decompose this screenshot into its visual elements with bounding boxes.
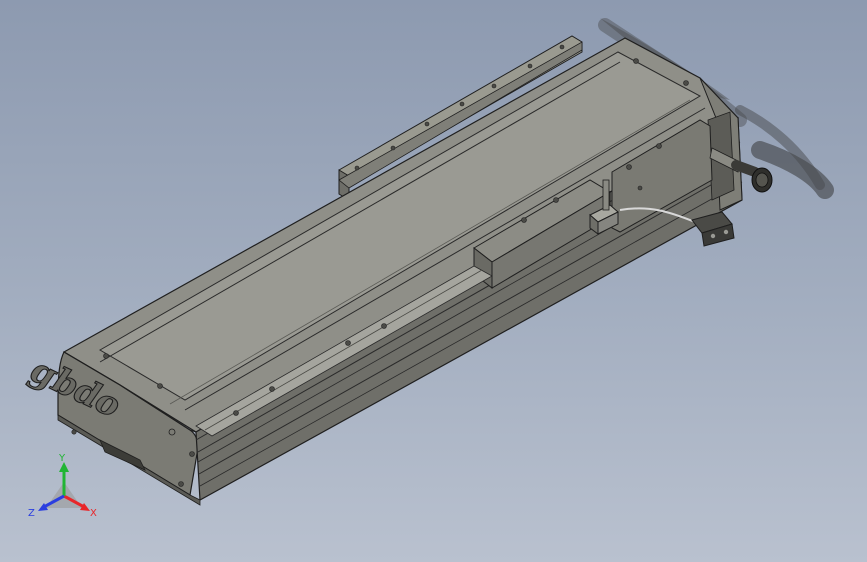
x-axis-label: X (90, 508, 97, 519)
y-axis-label: Y (58, 453, 66, 464)
3d-viewport[interactable]: gbdo X Y Z (0, 0, 867, 562)
actuator-body[interactable] (57, 37, 743, 506)
z-axis-label: Z (28, 508, 35, 519)
cad-model-scene[interactable]: gbdo X Y Z (0, 0, 867, 562)
axis-triad[interactable]: X Y Z (28, 453, 97, 519)
